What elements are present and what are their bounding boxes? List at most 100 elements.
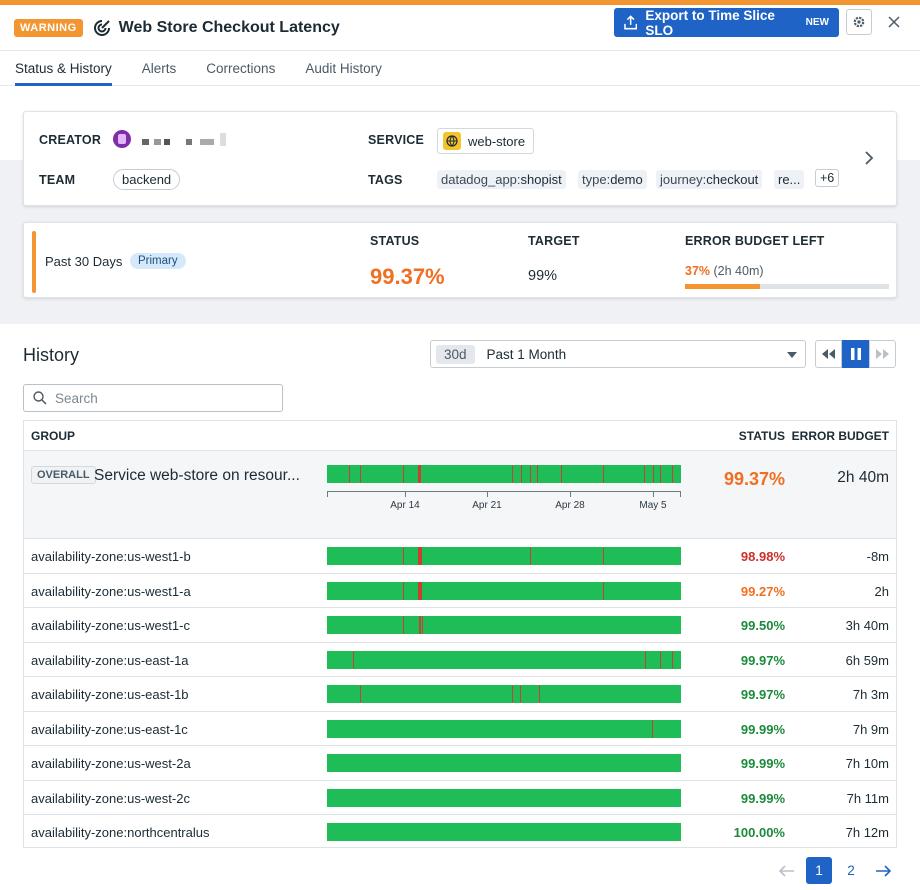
row-budget: 7h 10m bbox=[845, 756, 889, 771]
group-name: availability-zone:us-west-2a bbox=[31, 756, 191, 771]
search-placeholder: Search bbox=[55, 390, 98, 406]
tab-alerts[interactable]: Alerts bbox=[142, 51, 177, 85]
group-name: availability-zone:us-west1-c bbox=[31, 618, 190, 633]
close-icon bbox=[888, 16, 900, 28]
status-value: 99.37% bbox=[370, 264, 445, 289]
row-status: 99.97% bbox=[740, 687, 785, 702]
table-row[interactable]: availability-zone:us-east-1a 99.97% 6h 5… bbox=[24, 643, 896, 677]
tags-label: TAGS bbox=[368, 173, 403, 187]
col-status[interactable]: STATUS bbox=[739, 429, 785, 443]
arrow-right-icon bbox=[876, 864, 891, 877]
close-button[interactable] bbox=[884, 12, 904, 32]
gear-icon bbox=[853, 16, 865, 28]
row-budget: 7h 3m bbox=[852, 687, 889, 702]
axis-tick bbox=[653, 492, 654, 497]
time-range-select[interactable]: 30d Past 1 Month bbox=[430, 340, 806, 368]
more-tags-button[interactable]: +6 bbox=[815, 169, 840, 187]
budget-value: 37% (2h 40m) bbox=[685, 264, 764, 278]
tag-value: shopist bbox=[520, 172, 562, 187]
pause-button[interactable] bbox=[842, 340, 869, 368]
breach-mark bbox=[603, 581, 604, 600]
row-status: 99.99% bbox=[740, 756, 785, 771]
service-pill[interactable]: web-store bbox=[437, 128, 535, 154]
creator-name-redacted bbox=[142, 133, 227, 146]
budget-label: ERROR BUDGET LEFT bbox=[685, 234, 825, 248]
breach-mark bbox=[672, 465, 673, 483]
row-status: 100.00% bbox=[733, 825, 785, 840]
row-history-bar bbox=[327, 581, 681, 600]
search-icon bbox=[33, 391, 47, 405]
settings-button[interactable] bbox=[846, 9, 872, 35]
breach-mark bbox=[419, 616, 421, 634]
table-row[interactable]: availability-zone:us-west-2a 99.99% 7h 1… bbox=[24, 746, 896, 781]
tab-status-history[interactable]: Status & History bbox=[15, 51, 112, 86]
row-status: 99.97% bbox=[740, 652, 785, 668]
breach-mark bbox=[645, 650, 646, 669]
breach-mark bbox=[530, 547, 531, 565]
overall-budget: 2h 40m bbox=[837, 469, 889, 486]
group-name: availability-zone:us-east-1a bbox=[31, 652, 189, 668]
table-row[interactable]: availability-zone:us-west1-a 99.27% 2h bbox=[24, 574, 896, 608]
table-row[interactable]: availability-zone:us-west1-b 98.98% -8m bbox=[24, 539, 896, 574]
axis-label: Apr 14 bbox=[390, 500, 420, 511]
export-time-slice-button[interactable]: Export to Time Slice SLO NEW bbox=[614, 7, 839, 38]
tag-item[interactable]: re... bbox=[774, 170, 805, 189]
tag-item[interactable]: datadog_app:shopist bbox=[437, 170, 566, 189]
group-name: availability-zone:us-east-1b bbox=[31, 687, 189, 702]
new-badge: NEW bbox=[805, 17, 829, 28]
pause-icon bbox=[850, 348, 861, 360]
rewind-icon bbox=[822, 349, 835, 359]
breach-mark bbox=[644, 465, 645, 483]
overall-row[interactable]: OVERALL Service web-store on resour... A… bbox=[24, 451, 896, 539]
breach-mark bbox=[672, 650, 673, 669]
table-row[interactable]: availability-zone:us-west-2c 99.99% 7h 1… bbox=[24, 781, 896, 815]
target-value: 99% bbox=[528, 268, 558, 284]
overall-history-bar bbox=[327, 465, 681, 483]
col-group[interactable]: GROUP bbox=[31, 429, 75, 443]
breach-mark bbox=[403, 616, 404, 634]
rewind-button[interactable] bbox=[815, 340, 842, 368]
axis-tick bbox=[405, 492, 406, 497]
table-row[interactable]: availability-zone:us-east-1b 99.97% 7h 3… bbox=[24, 677, 896, 712]
search-input[interactable]: Search bbox=[23, 384, 283, 412]
breach-mark bbox=[561, 465, 562, 483]
slo-info-card: CREATOR TEAM backend SERVICE web-store T… bbox=[23, 111, 897, 206]
breach-mark bbox=[537, 465, 538, 483]
breach-mark bbox=[421, 547, 422, 565]
fast-forward-button[interactable] bbox=[869, 340, 896, 368]
breach-mark bbox=[530, 465, 531, 483]
row-status: 98.98% bbox=[740, 549, 785, 564]
table-row[interactable]: availability-zone:us-east-1c 99.99% 7h 9… bbox=[24, 712, 896, 746]
breach-mark bbox=[539, 685, 540, 703]
breach-mark bbox=[652, 719, 653, 738]
tab-corrections[interactable]: Corrections bbox=[206, 51, 275, 85]
table-header: GROUP STATUS ERROR BUDGET bbox=[24, 421, 896, 451]
next-page-button[interactable] bbox=[871, 857, 895, 884]
export-label: Export to Time Slice SLO bbox=[645, 7, 775, 38]
table-row[interactable]: availability-zone:us-west1-c 99.50% 3h 4… bbox=[24, 608, 896, 643]
row-budget: -8m bbox=[866, 549, 889, 564]
team-pill[interactable]: backend bbox=[113, 169, 181, 190]
breach-mark bbox=[360, 685, 361, 703]
period-label: Past 30 Days bbox=[45, 254, 123, 269]
chevron-down-icon bbox=[787, 352, 797, 358]
group-name: availability-zone:us-east-1c bbox=[31, 721, 188, 737]
tag-item[interactable]: journey:checkout bbox=[656, 170, 763, 189]
row-status: 99.99% bbox=[740, 721, 785, 737]
page-2-button[interactable]: 2 bbox=[838, 857, 864, 884]
tab-audit-history[interactable]: Audit History bbox=[305, 51, 382, 85]
expand-details-button[interactable] bbox=[864, 150, 874, 169]
table-row[interactable]: availability-zone:northcentralus 100.00%… bbox=[24, 815, 896, 850]
breach-mark bbox=[521, 465, 522, 483]
creator-label: CREATOR bbox=[39, 133, 102, 147]
prev-page-button[interactable] bbox=[775, 857, 799, 884]
tag-item[interactable]: type:demo bbox=[578, 170, 647, 189]
col-error-budget[interactable]: ERROR BUDGET bbox=[792, 429, 889, 443]
page-1-button[interactable]: 1 bbox=[806, 857, 832, 884]
tag-key: type: bbox=[582, 172, 611, 187]
row-status: 99.27% bbox=[740, 583, 785, 599]
row-history-bar bbox=[327, 547, 681, 565]
team-label: TEAM bbox=[39, 173, 76, 187]
row-history-bar bbox=[327, 616, 681, 634]
axis-label: Apr 28 bbox=[555, 500, 585, 511]
